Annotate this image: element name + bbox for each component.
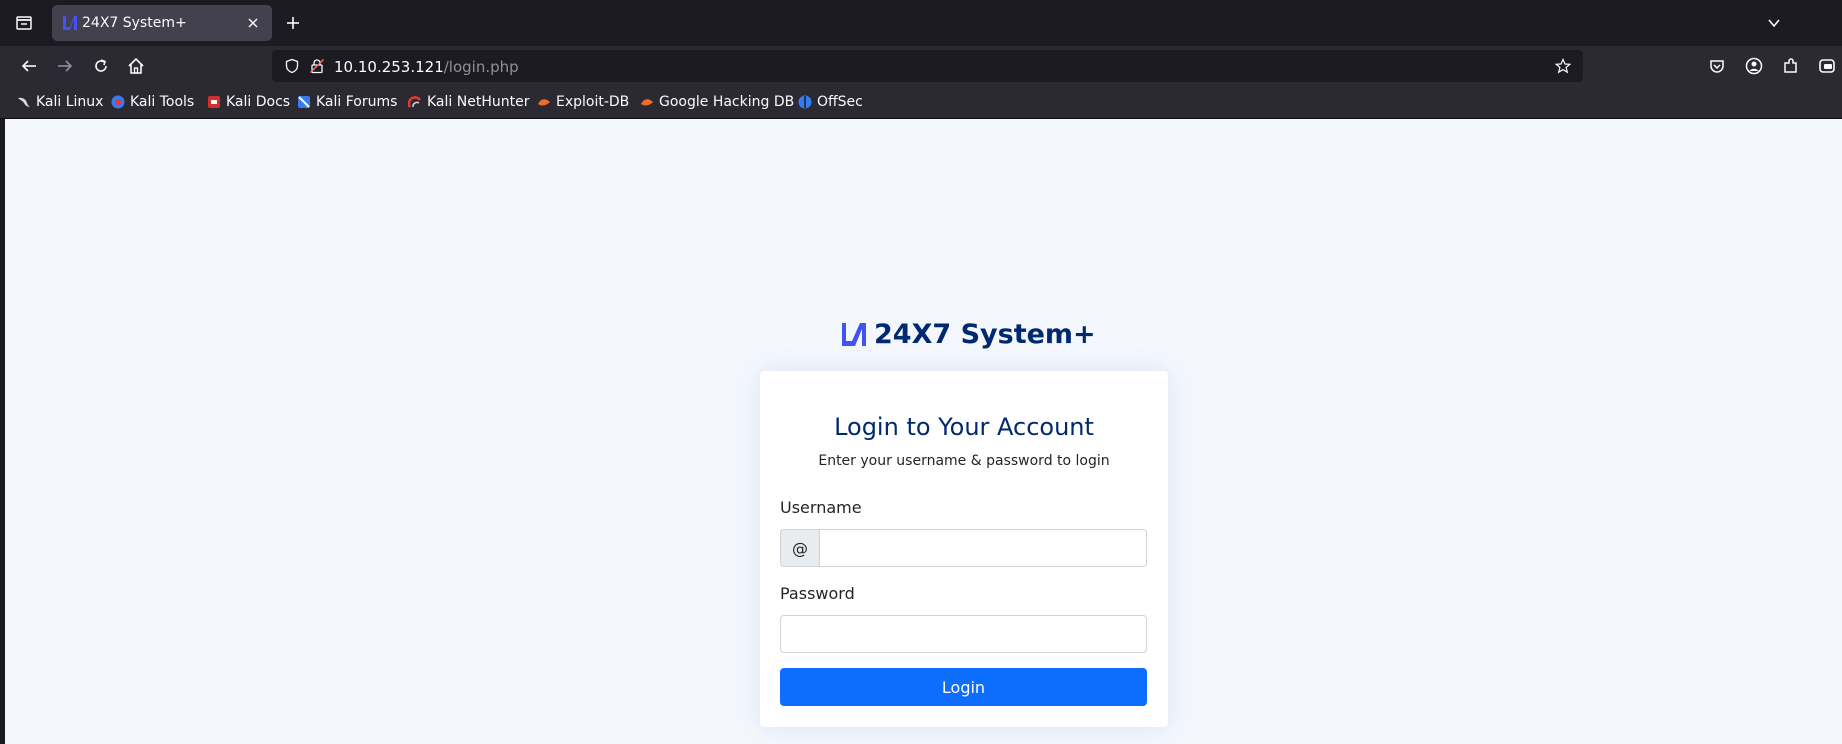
- site-logo-icon: [842, 323, 866, 346]
- bookmarks-toolbar: Kali Linux Kali Tools Kali Docs Kali For…: [0, 86, 1842, 119]
- browser-nav-bar: 10.10.253.121/login.php: [0, 46, 1842, 86]
- password-input[interactable]: [780, 615, 1147, 653]
- browser-tab-bar: 24X7 System+: [0, 0, 1842, 46]
- ghdb-icon: [641, 99, 653, 106]
- login-subtitle: Enter your username & password to login: [818, 453, 1110, 469]
- bookmark-label: Kali Forums: [316, 94, 398, 110]
- username-input[interactable]: [819, 529, 1147, 567]
- extension-app-icon[interactable]: [1817, 56, 1837, 76]
- bookmark-kali-tools[interactable]: Kali Tools: [111, 92, 194, 112]
- site-logo-icon: [63, 16, 77, 30]
- insecure-lock-icon[interactable]: [309, 58, 325, 74]
- brand-name: 24X7 System+: [874, 318, 1096, 350]
- bookmark-label: Kali NetHunter: [427, 94, 530, 110]
- kali-nethunter-icon: [408, 96, 422, 108]
- bookmark-kali-docs[interactable]: Kali Docs: [207, 92, 290, 112]
- bookmark-label: Google Hacking DB: [659, 94, 795, 110]
- url-text: 10.10.253.121/login.php: [334, 58, 519, 76]
- bookmark-label: Kali Docs: [226, 94, 291, 110]
- close-tab-icon[interactable]: [246, 16, 260, 30]
- bookmark-label: Exploit-DB: [556, 94, 630, 110]
- kali-tools-icon: [111, 95, 125, 109]
- url-path: /login.php: [443, 58, 519, 76]
- username-label: Username: [780, 498, 862, 517]
- bookmark-label: OffSec: [817, 94, 863, 110]
- address-bar[interactable]: 10.10.253.121/login.php: [272, 50, 1583, 82]
- url-host: 10.10.253.121: [334, 58, 444, 76]
- shield-icon[interactable]: [284, 58, 300, 74]
- home-icon[interactable]: [126, 56, 146, 76]
- kali-forums-icon: [298, 96, 310, 108]
- bookmark-label: Kali Linux: [36, 94, 104, 110]
- login-card: Login to Your Account Enter your usernam…: [760, 371, 1168, 727]
- login-title: Login to Your Account: [834, 413, 1094, 441]
- kali-docs-icon: [208, 96, 220, 108]
- new-tab-icon[interactable]: [285, 15, 301, 31]
- bookmark-exploit-db[interactable]: Exploit-DB: [537, 92, 629, 112]
- site-brand[interactable]: 24X7 System+: [840, 318, 1096, 350]
- tab-title: 24X7 System+: [82, 15, 187, 31]
- bookmark-kali-forums[interactable]: Kali Forums: [297, 92, 397, 112]
- bookmark-google-hacking-db[interactable]: Google Hacking DB: [640, 92, 794, 112]
- browser-tab[interactable]: 24X7 System+: [52, 5, 272, 41]
- back-arrow-icon[interactable]: [19, 56, 39, 76]
- tab-list-icon[interactable]: [14, 13, 34, 33]
- offsec-icon: [798, 95, 812, 109]
- chevron-down-icon[interactable]: [1766, 15, 1782, 31]
- forward-arrow-icon[interactable]: [55, 56, 75, 76]
- bookmark-kali-nethunter[interactable]: Kali NetHunter: [408, 92, 529, 112]
- bookmark-offsec[interactable]: OffSec: [798, 92, 863, 112]
- exploit-db-icon: [538, 99, 550, 106]
- login-button[interactable]: Login: [780, 668, 1147, 706]
- bookmark-label: Kali Tools: [130, 94, 195, 110]
- password-label: Password: [780, 584, 855, 603]
- bookmark-star-icon[interactable]: [1555, 58, 1571, 74]
- extensions-icon[interactable]: [1781, 56, 1801, 76]
- account-icon[interactable]: [1744, 56, 1764, 76]
- reload-icon[interactable]: [91, 56, 111, 76]
- username-input-group: @: [780, 529, 1147, 567]
- kali-dragon-icon: [18, 97, 30, 107]
- bookmark-kali-linux[interactable]: Kali Linux: [17, 92, 103, 112]
- username-prefix: @: [780, 529, 820, 567]
- pocket-icon[interactable]: [1707, 56, 1727, 76]
